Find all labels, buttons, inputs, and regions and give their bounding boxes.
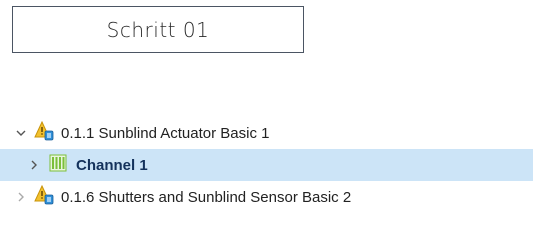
device-tree: 0.1.1 Sunblind Actuator Basic 1 Channel … [0, 117, 533, 213]
tree-item-label: Channel 1 [76, 156, 148, 174]
chevron-right-icon[interactable] [27, 158, 41, 172]
step-label-box: Schritt 01 [12, 6, 304, 53]
tree-item-label: 0.1.6 Shutters and Sunblind Sensor Basic… [61, 188, 352, 206]
device-warning-icon [34, 120, 54, 145]
device-warning-icon [34, 184, 54, 209]
tree-item-channel-1[interactable]: Channel 1 [0, 149, 533, 181]
chevron-down-icon[interactable] [14, 126, 28, 140]
tree-item-sunblind-actuator[interactable]: 0.1.1 Sunblind Actuator Basic 1 [0, 117, 533, 149]
tree-item-label: 0.1.1 Sunblind Actuator Basic 1 [61, 124, 270, 142]
channel-icon [49, 154, 67, 176]
step-label: Schritt 01 [106, 17, 210, 42]
chevron-right-icon[interactable] [14, 190, 28, 204]
tree-item-shutters-sensor[interactable]: 0.1.6 Shutters and Sunblind Sensor Basic… [0, 181, 533, 213]
page: Schritt 01 0.1.1 Sunblind Actuator Basic… [0, 0, 533, 248]
